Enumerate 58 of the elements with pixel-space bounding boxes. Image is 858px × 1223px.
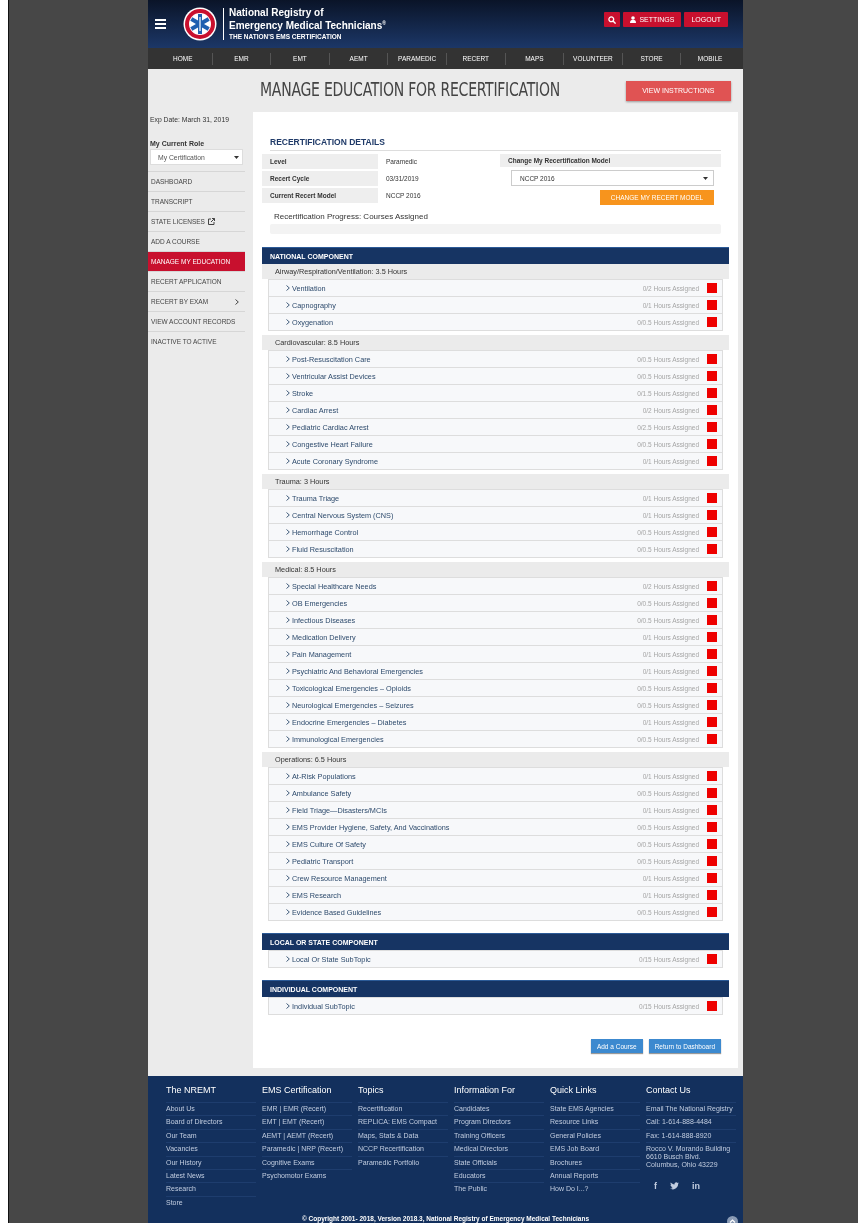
- chevron-right-icon: [286, 634, 290, 640]
- menu-icon[interactable]: [155, 19, 167, 29]
- chevron-right-icon: [286, 858, 290, 864]
- chevron-right-icon: [286, 617, 290, 623]
- social-link[interactable]: in: [692, 1180, 700, 1191]
- chevron-right-icon: [286, 390, 290, 396]
- external-link-icon: [207, 218, 215, 225]
- chevron-right-icon: [286, 529, 290, 535]
- star-of-life-logo-icon: [183, 7, 217, 41]
- footer-heading: Quick Links: [550, 1085, 598, 1095]
- user-icon: [630, 16, 637, 23]
- caret-icon: [234, 155, 239, 159]
- chevron-right-icon: [286, 1003, 290, 1009]
- chevron-right-icon: [286, 773, 290, 779]
- progress-label: Recertification Progress: Courses Assigned: [274, 212, 429, 221]
- footer-heading: EMS Certification: [262, 1085, 333, 1095]
- footer-heading: Topics: [358, 1085, 385, 1095]
- chevron-right-icon: [286, 302, 290, 308]
- chevron-right-icon: [286, 790, 290, 796]
- chevron-right-icon: [286, 956, 290, 962]
- chevron-right-icon: [286, 909, 290, 915]
- chevron-right-icon: [286, 373, 290, 379]
- caret-icon: [703, 176, 708, 180]
- chevron-right-icon: [235, 298, 239, 305]
- logo-title: National Registry of: [229, 8, 325, 19]
- chevron-right-icon: [286, 651, 290, 657]
- chevron-right-icon: [286, 512, 290, 518]
- chevron-right-icon: [286, 807, 290, 813]
- chevron-right-icon: [286, 356, 290, 362]
- chevron-right-icon: [286, 875, 290, 881]
- chevron-right-icon: [286, 719, 290, 725]
- chevron-right-icon: [286, 600, 290, 606]
- section-title: RECERTIFICATION DETAILS: [270, 137, 721, 151]
- page-title: MANAGE EDUCATION FOR RECERTIFICATION: [260, 77, 560, 100]
- logo-title: Emergency Medical Technicians$^{®}$: [229, 19, 386, 32]
- chevron-right-icon: [286, 668, 290, 674]
- chevron-right-icon: [286, 702, 290, 708]
- footer-heading: Contact Us: [646, 1085, 692, 1095]
- chevron-right-icon: [286, 824, 290, 830]
- chevron-right-icon: [286, 736, 290, 742]
- chevron-right-icon: [286, 546, 290, 552]
- footer-heading: The NREMT: [166, 1085, 217, 1095]
- search-button[interactable]: [604, 12, 621, 27]
- search-icon: [608, 15, 617, 24]
- chevron-right-icon: [286, 285, 290, 291]
- chevron-right-icon: [286, 458, 290, 464]
- footer-heading: Information For: [454, 1085, 517, 1095]
- chevron-right-icon: [286, 892, 290, 898]
- chevron-right-icon: [286, 424, 290, 430]
- chevron-right-icon: [286, 495, 290, 501]
- chevron-right-icon: [286, 407, 290, 413]
- chevron-right-icon: [286, 319, 290, 325]
- chevron-right-icon: [286, 583, 290, 589]
- social-link[interactable]: f: [654, 1180, 657, 1191]
- bird-icon[interactable]: [670, 1181, 679, 1190]
- chevron-right-icon: [286, 841, 290, 847]
- chevron-right-icon: [286, 685, 290, 691]
- chevron-right-icon: [286, 441, 290, 447]
